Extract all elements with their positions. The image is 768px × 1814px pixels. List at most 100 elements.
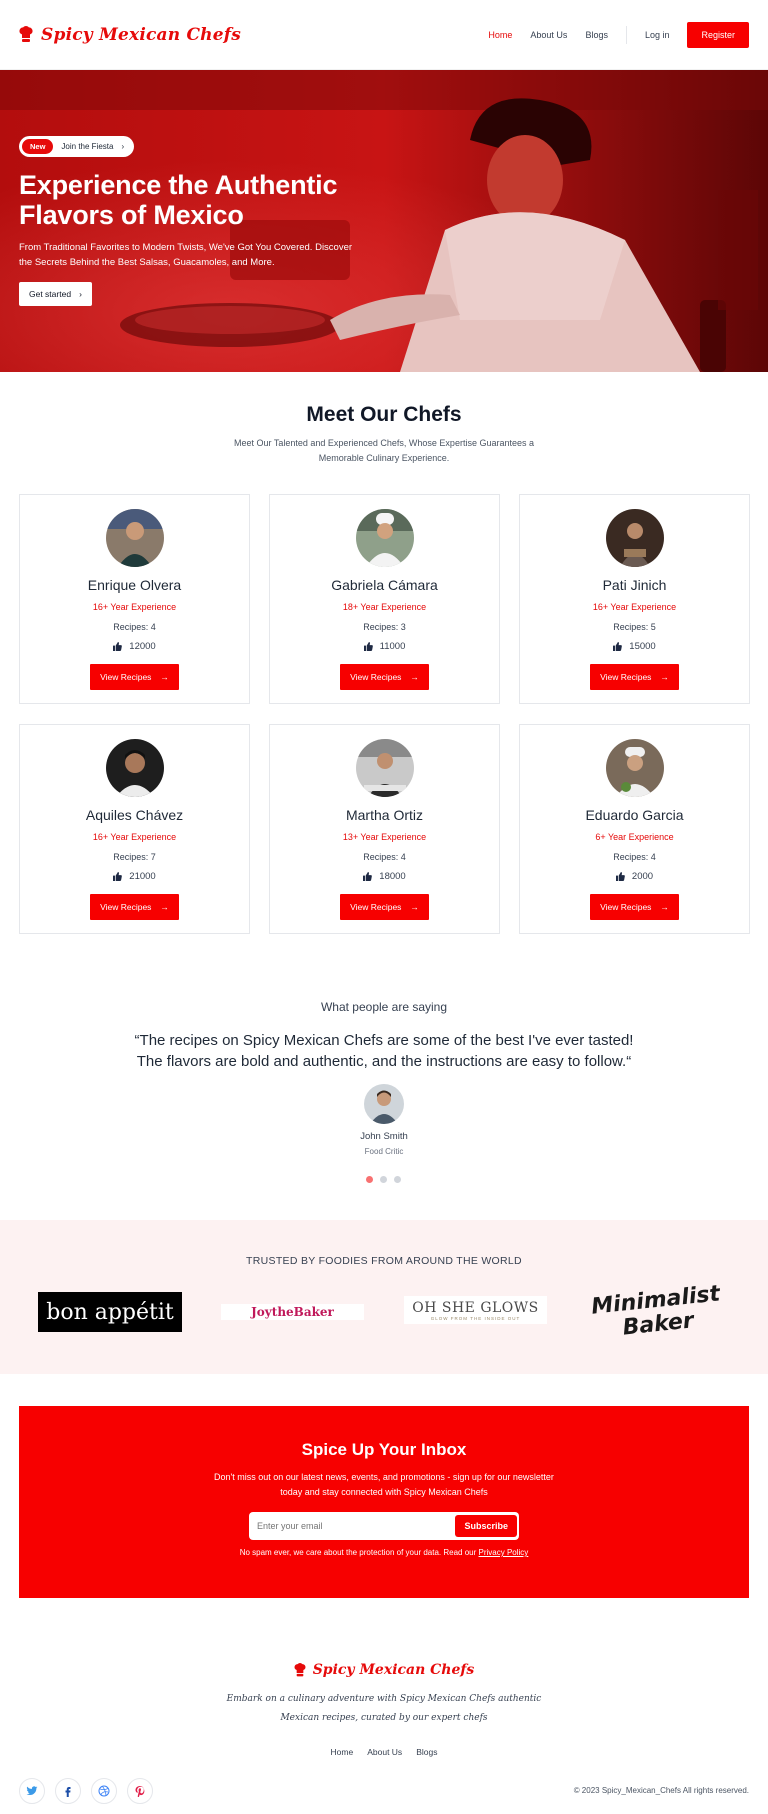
subscribe-button[interactable]: Subscribe	[455, 1515, 517, 1537]
nav-divider	[625, 25, 627, 44]
nav-about-us[interactable]: About Us	[530, 30, 567, 40]
footer-link-blogs[interactable]: Blogs	[416, 1747, 437, 1757]
view-recipes-button[interactable]: View Recipes →	[590, 664, 679, 690]
footer-tagline: Embark on a culinary adventure with Spic…	[226, 1694, 542, 1723]
carousel-dot[interactable]	[394, 1176, 401, 1183]
thumbs-up-icon	[615, 872, 625, 881]
chef-card: Enrique Olvera 16+ Year Experience Recip…	[19, 494, 250, 704]
chef-card: Martha Ortiz 13+ Year Experience Recipes…	[269, 724, 500, 934]
chef-likes-count: 21000	[129, 871, 156, 882]
pinterest-link[interactable]	[127, 1778, 153, 1804]
chef-avatar	[605, 739, 664, 797]
carousel-dot-active[interactable]	[366, 1176, 373, 1183]
joy-the-baker-logo: JoytheBaker	[221, 1304, 364, 1320]
facebook-icon	[65, 1787, 71, 1797]
footer-link-home[interactable]: Home	[331, 1747, 354, 1757]
newsletter-note: No spam ever, we care about the protecti…	[19, 1548, 749, 1557]
chef-card: Eduardo Garcia 6+ Year Experience Recipe…	[519, 724, 750, 934]
oh-she-glows-tagline: GLOW FROM THE INSIDE OUT	[430, 1315, 521, 1321]
nav-home[interactable]: Home	[488, 30, 512, 40]
chef-experience: 16+ Year Experience	[92, 832, 177, 842]
carousel-dot[interactable]	[380, 1176, 387, 1183]
get-started-label: Get started	[29, 289, 72, 299]
view-recipes-label: View Recipes	[600, 902, 652, 912]
view-recipes-button[interactable]: View Recipes →	[340, 664, 429, 690]
chef-name: Eduardo Garcia	[585, 807, 684, 823]
chevron-right-icon: ›	[121, 142, 125, 151]
nav-blogs[interactable]: Blogs	[585, 30, 608, 40]
chef-hat-icon	[294, 1662, 306, 1676]
arrow-right-icon: →	[410, 672, 419, 682]
view-recipes-button[interactable]: View Recipes →	[90, 664, 179, 690]
email-input[interactable]	[251, 1521, 456, 1531]
arrow-right-icon: →	[160, 902, 169, 912]
oh-she-glows-logo: OH SHE GLOWS GLOW FROM THE INSIDE OUT	[404, 1296, 547, 1324]
trusted-title: TRUSTED BY FOODIES FROM AROUND THE WORLD	[246, 1255, 522, 1267]
chef-likes-count: 15000	[629, 641, 656, 652]
hero-content: New Join the Fiesta › Experience the Aut…	[19, 136, 379, 306]
view-recipes-button[interactable]: View Recipes →	[590, 894, 679, 920]
chef-avatar	[355, 739, 414, 797]
chef-recipes-count: Recipes: 5	[613, 622, 656, 632]
newsletter-form: Subscribe	[249, 1512, 519, 1540]
twitter-link[interactable]	[19, 1778, 45, 1804]
view-recipes-button[interactable]: View Recipes →	[340, 894, 429, 920]
chef-recipes-count: Recipes: 4	[613, 852, 656, 862]
footer-nav: Home About Us Blogs	[0, 1747, 768, 1757]
main-nav: Home About Us Blogs Log in Register	[488, 21, 749, 48]
chef-experience: 13+ Year Experience	[342, 832, 427, 842]
hero-title-line-2: Flavors of Mexico	[19, 200, 244, 230]
login-link[interactable]: Log in	[645, 30, 670, 40]
chefs-section-subtitle: Meet Our Talented and Experienced Chefs,…	[233, 438, 534, 463]
chef-name: Enrique Olvera	[87, 577, 182, 593]
dribbble-link[interactable]	[91, 1778, 117, 1804]
chefs-section-title: Meet Our Chefs	[306, 403, 462, 426]
footer-link-about-us[interactable]: About Us	[367, 1747, 402, 1757]
privacy-policy-link[interactable]: Privacy Policy	[479, 1548, 529, 1557]
announcement-pill[interactable]: New Join the Fiesta ›	[19, 136, 135, 157]
trusted-by-section: TRUSTED BY FOODIES FROM AROUND THE WORLD…	[0, 1220, 768, 1374]
reviewer-name: John Smith	[360, 1131, 408, 1142]
view-recipes-button[interactable]: View Recipes →	[90, 894, 179, 920]
chef-likes: 11000	[363, 641, 405, 652]
register-button[interactable]: Register	[687, 21, 749, 48]
chef-card: Aquiles Chávez 16+ Year Experience Recip…	[19, 724, 250, 934]
chef-recipes-count: Recipes: 4	[363, 852, 406, 862]
dribbble-icon	[98, 1785, 110, 1797]
chef-likes: 21000	[113, 871, 156, 882]
announcement-text: Join the Fiesta	[61, 142, 114, 151]
chef-photo	[605, 509, 664, 567]
newsletter-subtitle: Don't miss out on our latest news, event…	[214, 1472, 554, 1497]
chef-name: Aquiles Chávez	[85, 807, 184, 823]
chef-likes: 2000	[615, 871, 653, 882]
chef-name: Pati Jinich	[602, 577, 667, 593]
hero-section: New Join the Fiesta › Experience the Aut…	[0, 70, 768, 372]
chef-likes-count: 18000	[379, 871, 406, 882]
chef-avatar	[355, 509, 414, 567]
joy-the-baker-wordmark: JoytheBaker	[251, 1305, 334, 1319]
chef-photo	[105, 739, 164, 797]
new-badge: New	[22, 139, 54, 154]
hero-subtitle: From Traditional Favorites to Modern Twi…	[19, 242, 353, 268]
chef-name: Martha Ortiz	[345, 807, 423, 823]
carousel-dots	[366, 1176, 401, 1183]
testimonial-label: What people are saying	[320, 1000, 448, 1014]
get-started-button[interactable]: Get started ›	[19, 282, 92, 306]
facebook-link[interactable]	[55, 1778, 81, 1804]
thumbs-up-icon	[613, 642, 623, 651]
view-recipes-label: View Recipes	[350, 902, 402, 912]
newsletter-section: Spice Up Your Inbox Don't miss out on ou…	[19, 1406, 749, 1598]
chef-recipes-count: Recipes: 4	[113, 622, 156, 632]
view-recipes-label: View Recipes	[350, 672, 402, 682]
chef-recipes-count: Recipes: 3	[363, 622, 406, 632]
brand-logo[interactable]: Spicy Mexican Chefs	[19, 25, 241, 45]
chef-experience: 18+ Year Experience	[342, 602, 427, 612]
thumbs-up-icon	[113, 642, 123, 651]
chef-photo	[355, 739, 414, 797]
arrow-right-icon: →	[410, 902, 419, 912]
chef-likes: 15000	[613, 641, 656, 652]
footer-logo[interactable]: Spicy Mexican Chefs	[0, 1662, 768, 1678]
social-links	[19, 1778, 153, 1804]
chef-likes-count: 12000	[129, 641, 156, 652]
view-recipes-label: View Recipes	[100, 902, 152, 912]
